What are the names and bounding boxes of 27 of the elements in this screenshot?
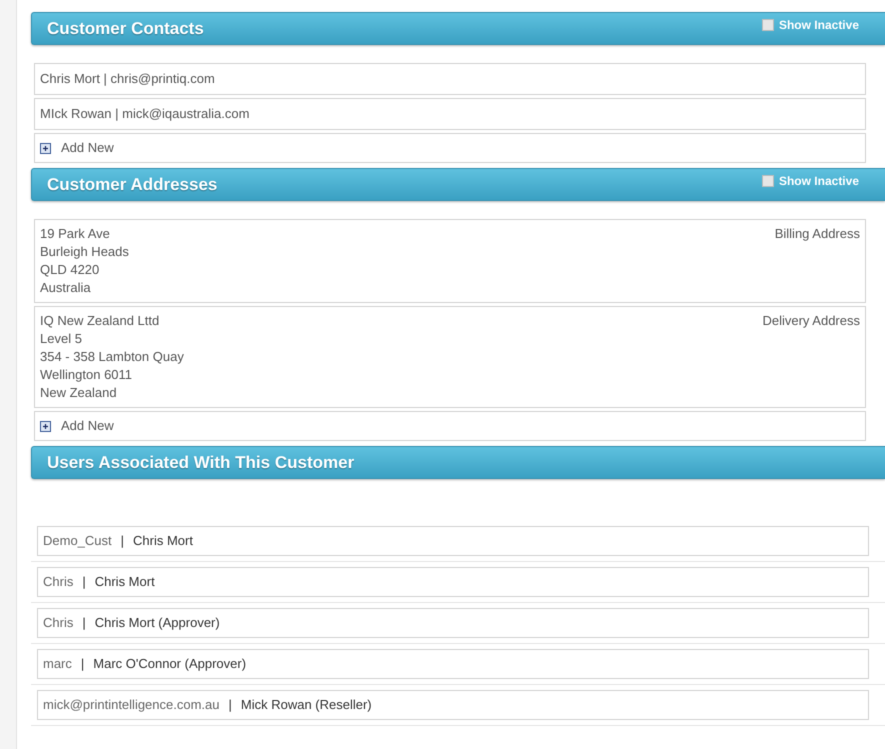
address-line: New Zealand [40,384,118,402]
address-row[interactable]: IQ New Zealand Lttd Level 5 354 - 358 Lambton Quay Wellington 6011 New Zealand Delivery Address [34,306,866,408]
user-row[interactable]: Chris | Chris Mort [37,567,869,597]
add-new-button[interactable]: Add New [34,133,866,163]
address-type: Delivery Address [762,312,860,330]
user-row[interactable]: Demo_Cust | Chris Mort [37,526,869,556]
address-line: 354 - 358 Lambton Quay [40,348,184,366]
user-row[interactable]: Chris | Chris Mort (Approver) [37,608,869,638]
section-title: Customer Contacts [47,18,204,38]
plus-icon [40,420,51,432]
address-line: QLD 4220 [40,261,100,279]
address-line: Wellington 6011 [40,366,134,384]
add-new-button[interactable]: Add New [34,411,866,441]
contact-row[interactable]: MIck Rowan | mick@iqaustralia.com [34,98,866,130]
plus-icon [40,142,51,154]
user-row[interactable]: marc | Marc O'Connor (Approver) [37,649,869,679]
address-line: Burleigh Heads [40,243,129,261]
address-line: Australia [40,279,92,297]
contact-row[interactable]: Chris Mort | chris@printiq.com [34,63,866,95]
address-line: IQ New Zealand Lttd [40,312,160,330]
section-title: Users Associated With This Customer [47,452,354,472]
user-row[interactable]: mick@printintelligence.com.au | Mick Rowan (Reseller) [37,690,869,720]
address-row[interactable]: 19 Park Ave Burleigh Heads QLD 4220 Australia Billing Address [34,219,866,303]
section-title: Customer Addresses [47,174,218,194]
address-type: Billing Address [774,225,860,243]
address-line: 19 Park Ave [40,225,111,243]
address-line: Level 5 [40,330,83,348]
